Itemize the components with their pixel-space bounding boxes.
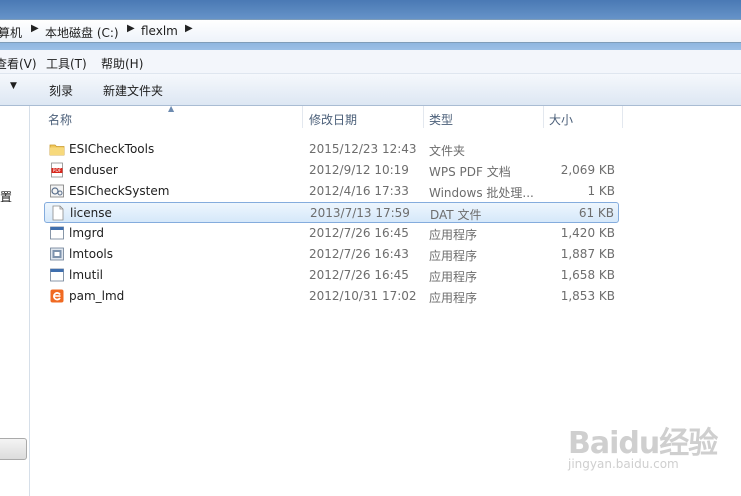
- document-icon: [52, 205, 64, 221]
- file-type: 文件夹: [429, 144, 466, 158]
- address-bar[interactable]: 算机 ▶ 本地磁盘 (C:) ▶ flexlm ▶: [0, 19, 741, 43]
- column-header-size[interactable]: 大小: [543, 106, 623, 128]
- file-date: 2012/7/26 16:45: [309, 226, 409, 240]
- batch-file-icon: [50, 184, 64, 198]
- breadcrumb-local-disk[interactable]: 本地磁盘 (C:): [45, 24, 119, 41]
- svg-text:PDF: PDF: [53, 168, 62, 174]
- file-date: 2012/4/16 17:33: [309, 184, 409, 198]
- file-row-esichecktools[interactable]: ESICheckTools 2015/12/23 12:43 文件夹: [44, 139, 619, 160]
- new-folder-button[interactable]: 新建文件夹: [103, 82, 163, 99]
- file-type: 应用程序: [429, 228, 478, 242]
- menu-help[interactable]: 帮助(H): [101, 55, 143, 72]
- file-row-lmtools[interactable]: lmtools 2012/7/26 16:43 应用程序 1,887 KB: [44, 244, 619, 265]
- file-size: 2,069 KB: [560, 163, 615, 177]
- chevron-right-icon[interactable]: ▶: [127, 23, 135, 34]
- file-row-pam-lmd[interactable]: pam_lmd 2012/10/31 17:02 应用程序 1,853 KB: [44, 286, 619, 307]
- nav-scroll-thumb[interactable]: [0, 438, 27, 460]
- file-name: ESICheckSystem: [69, 184, 170, 198]
- file-date: 2012/10/31 17:02: [309, 289, 417, 303]
- menu-bar: 查看(V) 工具(T) 帮助(H): [0, 50, 741, 74]
- menu-tools[interactable]: 工具(T): [46, 55, 87, 72]
- application-icon: [50, 226, 64, 240]
- burn-button[interactable]: 刻录: [49, 82, 73, 99]
- file-size: 1,887 KB: [560, 247, 615, 261]
- file-date: 2012/7/26 16:45: [309, 268, 409, 282]
- file-date: 2015/12/23 12:43: [309, 142, 417, 156]
- chevron-right-icon[interactable]: ▶: [31, 23, 39, 34]
- column-header-date[interactable]: 修改日期: [303, 106, 423, 128]
- file-size: 1,853 KB: [560, 289, 615, 303]
- file-type: WPS PDF 文档: [429, 165, 511, 179]
- file-row-lmgrd[interactable]: lmgrd 2012/7/26 16:45 应用程序 1,420 KB: [44, 223, 619, 244]
- file-type: 应用程序: [429, 249, 478, 263]
- column-header-type[interactable]: 类型: [423, 106, 543, 128]
- file-type: DAT 文件: [430, 208, 482, 222]
- file-row-lmutil[interactable]: lmutil 2012/7/26 16:45 应用程序 1,658 KB: [44, 265, 619, 286]
- file-type: 应用程序: [429, 270, 478, 284]
- column-divider[interactable]: [622, 106, 623, 128]
- nav-item-partial[interactable]: 置: [0, 188, 12, 205]
- pam-app-icon: [50, 289, 64, 303]
- application-icon: [50, 268, 64, 282]
- file-type: Windows 批处理...: [429, 186, 534, 200]
- file-row-enduser[interactable]: PDF enduser 2012/9/12 10:19 WPS PDF 文档 2…: [44, 160, 619, 181]
- file-size: 1 KB: [587, 184, 615, 198]
- file-type: 应用程序: [429, 291, 478, 305]
- file-name: lmutil: [69, 268, 104, 282]
- command-bar: ▼ 刻录 新建文件夹: [0, 74, 741, 106]
- watermark-url: jingyan.baidu.com: [568, 457, 679, 471]
- file-size: 1,658 KB: [560, 268, 615, 282]
- pdf-icon: PDF: [51, 162, 63, 178]
- menu-view[interactable]: 查看(V): [0, 55, 37, 72]
- column-header-name[interactable]: 名称: [42, 106, 302, 128]
- folder-icon: [49, 144, 65, 156]
- file-row-esichecksystem[interactable]: ESICheckSystem 2012/4/16 17:33 Windows 批…: [44, 181, 619, 202]
- window-titlebar: 算机 ▶ 本地磁盘 (C:) ▶ flexlm ▶: [0, 0, 741, 50]
- navigation-pane[interactable]: 置: [0, 106, 30, 496]
- file-name: lmgrd: [69, 226, 104, 240]
- file-size: 61 KB: [578, 206, 614, 220]
- file-date: 2013/7/13 17:59: [310, 206, 410, 220]
- file-name: enduser: [69, 163, 118, 177]
- file-name: pam_lmd: [69, 289, 125, 303]
- organize-dropdown-icon[interactable]: ▼: [10, 81, 17, 91]
- file-name: ESICheckTools: [69, 142, 155, 156]
- chevron-right-icon[interactable]: ▶: [185, 23, 193, 34]
- file-name: lmtools: [69, 247, 113, 261]
- file-row-license[interactable]: license 2013/7/13 17:59 DAT 文件 61 KB: [44, 202, 619, 223]
- file-date: 2012/7/26 16:43: [309, 247, 409, 261]
- lmtools-icon: [50, 247, 64, 261]
- file-date: 2012/9/12 10:19: [309, 163, 409, 177]
- baidu-watermark: Baidu经验 jingyan.baidu.com: [568, 412, 738, 482]
- file-name: license: [70, 206, 112, 220]
- watermark-brand: Baidu经验: [568, 426, 718, 461]
- breadcrumb-computer[interactable]: 算机: [0, 24, 22, 41]
- breadcrumb-flexlm[interactable]: flexlm: [141, 24, 178, 38]
- file-size: 1,420 KB: [560, 226, 615, 240]
